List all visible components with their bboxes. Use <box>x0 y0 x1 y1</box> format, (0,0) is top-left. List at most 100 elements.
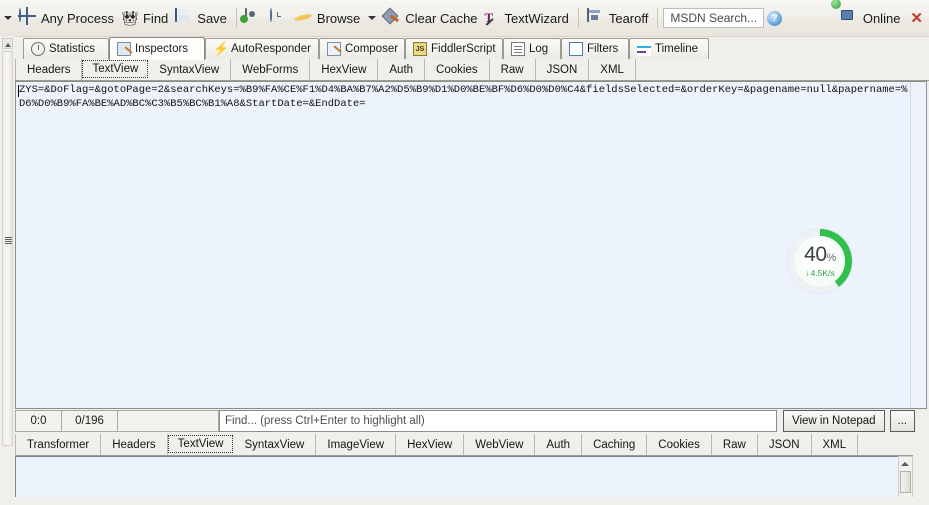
broom-icon <box>383 9 401 27</box>
textwizard-icon: T <box>485 10 501 26</box>
resp-subtab-raw[interactable]: Raw <box>712 434 758 455</box>
tearoff-button[interactable]: Tearoff <box>584 1 653 35</box>
response-scrollbar-thumb[interactable] <box>900 471 911 493</box>
resp-subtab-caching-label: Caching <box>593 438 636 451</box>
resp-subtab-headers[interactable]: Headers <box>101 434 168 455</box>
timer-button[interactable] <box>267 1 292 35</box>
subtab-textview[interactable]: TextView <box>82 60 149 78</box>
subtab-headers-label: Headers <box>27 63 71 76</box>
tab-filters[interactable]: Filters <box>561 38 629 59</box>
tab-fiddlerscript[interactable]: JS FiddlerScript <box>405 38 503 59</box>
resp-subtab-auth[interactable]: Auth <box>535 434 583 455</box>
right-edge-filler <box>913 433 929 505</box>
resp-subtab-json-label: JSON <box>768 438 800 451</box>
tab-timeline[interactable]: Timeline <box>629 38 709 59</box>
view-in-notepad-button[interactable]: View in Notepad <box>783 410 885 432</box>
resp-subtab-json[interactable]: JSON <box>758 434 812 455</box>
resp-subtab-syntaxview[interactable]: SyntaxView <box>233 434 317 455</box>
subtab-filler <box>636 59 929 80</box>
tab-inspectors-label: Inspectors <box>135 43 189 55</box>
request-findbar: 0:0 0/196 Find... (press Ctrl+Enter to h… <box>15 409 927 433</box>
subtab-hexview[interactable]: HexView <box>310 59 379 80</box>
resp-subtab-textview-label: TextView <box>177 438 224 450</box>
subtab-textview-label: TextView <box>92 63 139 75</box>
resp-subtab-webview[interactable]: WebView <box>464 434 536 455</box>
resp-subtab-xml[interactable]: XML <box>812 434 859 455</box>
fiddlerscript-icon: JS <box>413 42 427 56</box>
save-button[interactable]: Save <box>172 1 231 35</box>
save-icon <box>175 8 193 27</box>
log-icon <box>511 42 525 56</box>
subtab-syntaxview-label: SyntaxView <box>159 63 220 76</box>
online-toggle[interactable]: Online <box>838 1 905 35</box>
target-icon <box>19 8 37 27</box>
resp-subtab-hexview[interactable]: HexView <box>396 434 465 455</box>
scroll-up-arrow-icon[interactable] <box>2 38 13 49</box>
resp-subtab-headers-label: Headers <box>112 438 156 451</box>
subtab-cookies[interactable]: Cookies <box>425 59 490 80</box>
toolbar-dropdown-caret[interactable] <box>4 16 12 20</box>
msdn-search-placeholder: MSDN Search... <box>670 11 758 25</box>
progress-percent: 40% <box>804 242 836 268</box>
request-body-scrollbar[interactable] <box>910 82 926 408</box>
help-button[interactable]: ? <box>764 1 786 35</box>
main-tabstrip: Statistics Inspectors ⚡ AutoResponder Co… <box>15 37 929 60</box>
resp-subtab-textview[interactable]: TextView <box>167 435 234 453</box>
any-process-label: Any Process <box>41 10 114 26</box>
subtab-headers[interactable]: Headers <box>15 59 83 80</box>
resp-subtab-transformer-label: Transformer <box>27 438 90 451</box>
subtab-json[interactable]: JSON <box>536 59 590 80</box>
resp-subtab-imageview[interactable]: ImageView <box>316 434 397 455</box>
close-icon[interactable]: ✕ <box>904 9 929 27</box>
download-rate: ↓ 4.5K/s <box>805 267 835 278</box>
tearoff-icon <box>586 8 605 27</box>
vertical-splitter-track[interactable] <box>2 51 13 446</box>
progress-percent-value: 40 <box>804 242 827 266</box>
timer-icon <box>269 8 288 27</box>
response-inspector-tabstrip: Transformer Headers TextView SyntaxView … <box>15 434 929 456</box>
inspectors-icon <box>117 42 131 56</box>
download-rate-value: 4.5K/s <box>810 267 835 278</box>
clear-cache-button[interactable]: Clear Cache <box>380 1 481 35</box>
resp-subtab-cookies[interactable]: Cookies <box>647 434 712 455</box>
tab-filters-label: Filters <box>587 43 619 55</box>
tearoff-label: Tearoff <box>608 10 649 26</box>
textwizard-button[interactable]: T TextWizard <box>482 1 573 35</box>
any-process-button[interactable]: Any Process <box>16 1 118 35</box>
subtab-webforms[interactable]: WebForms <box>231 59 311 80</box>
resp-subtab-transformer[interactable]: Transformer <box>15 434 102 455</box>
resp-subtab-syntaxview-label: SyntaxView <box>244 438 305 451</box>
browse-button[interactable]: Browse <box>292 1 364 35</box>
tab-statistics[interactable]: Statistics <box>23 38 109 59</box>
binoculars-icon: 👑︎ <box>120 10 139 26</box>
help-icon: ? <box>767 10 783 26</box>
save-label: Save <box>197 10 227 26</box>
find-button[interactable]: 👑︎ Find <box>118 1 172 35</box>
toolbar-separator-1 <box>235 8 237 28</box>
subtab-xml[interactable]: XML <box>589 59 636 80</box>
subtab-cookies-label: Cookies <box>436 63 478 76</box>
tab-inspectors[interactable]: Inspectors <box>109 37 205 60</box>
resp-subtab-caching[interactable]: Caching <box>582 434 648 455</box>
tab-fiddlerscript-label: FiddlerScript <box>431 43 496 55</box>
download-arrow-icon: ↓ <box>805 267 810 278</box>
tab-autoresponder[interactable]: ⚡ AutoResponder <box>205 38 319 59</box>
more-options-button[interactable]: ... <box>889 410 916 432</box>
autoresponder-icon: ⚡ <box>213 41 230 56</box>
subtab-xml-label: XML <box>600 63 624 76</box>
tab-composer[interactable]: Composer <box>319 38 405 59</box>
find-input[interactable]: Find... (press Ctrl+Enter to highlight a… <box>219 410 777 432</box>
subtab-raw[interactable]: Raw <box>490 59 536 80</box>
clear-cache-label: Clear Cache <box>405 10 478 26</box>
msdn-search-input[interactable]: MSDN Search... <box>663 8 765 28</box>
subtab-hexview-label: HexView <box>321 63 367 76</box>
subtab-auth[interactable]: Auth <box>378 59 426 80</box>
subtab-syntaxview[interactable]: SyntaxView <box>148 59 232 80</box>
request-body-textview[interactable]: ZYS=&DoFlag=&gotoPage=2&searchKeys=%B9%F… <box>15 81 927 409</box>
browse-dropdown-caret[interactable] <box>368 16 377 20</box>
response-scroll-up-arrow-icon[interactable] <box>900 458 911 469</box>
tab-composer-label: Composer <box>345 43 399 55</box>
screenshot-button[interactable] <box>242 1 267 35</box>
resp-subtab-raw-label: Raw <box>722 438 746 451</box>
tab-log[interactable]: Log <box>503 38 561 59</box>
